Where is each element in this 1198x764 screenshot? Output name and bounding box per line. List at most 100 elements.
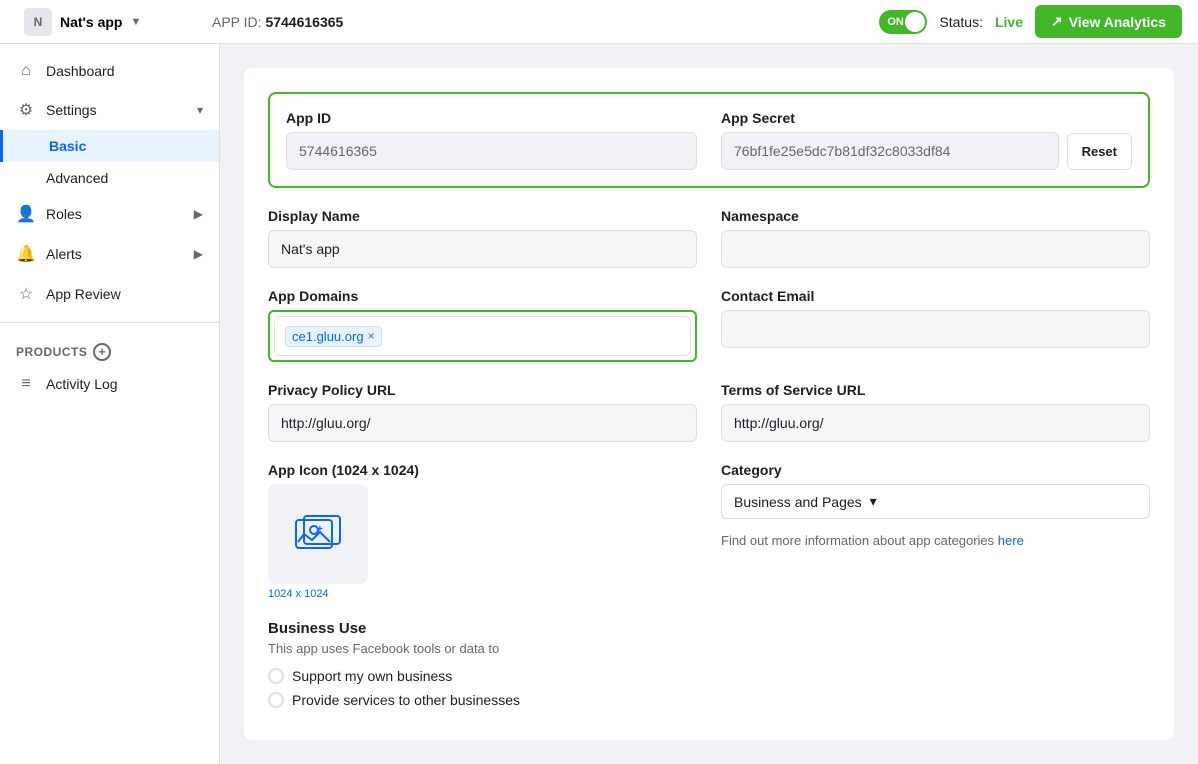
app-icon-upload[interactable]: + [268, 484, 368, 584]
app-secret-label: App Secret [721, 110, 1132, 126]
app-secret-row: Reset [721, 132, 1132, 170]
app-domains-label: App Domains [268, 288, 697, 304]
category-btn-chevron: ▾ [870, 493, 877, 510]
app-id-value: 5744616365 [265, 14, 343, 30]
settings-icon: ⚙ [16, 100, 36, 120]
status-prefix: Status: [939, 14, 983, 30]
domain-tag: ce1.gluu.org × [285, 326, 382, 347]
view-analytics-button[interactable]: ↗ View Analytics [1035, 5, 1182, 38]
privacy-policy-group: Privacy Policy URL [268, 382, 697, 442]
app-id-prefix: APP ID: [212, 14, 265, 30]
display-name-label: Display Name [268, 208, 697, 224]
credentials-row: App ID App Secret Reset [286, 110, 1132, 170]
settings-chevron: ▾ [197, 103, 203, 117]
urls-row: Privacy Policy URL Terms of Service URL [268, 382, 1150, 442]
sidebar-item-label-settings: Settings [46, 102, 97, 118]
privacy-policy-input[interactable] [268, 404, 697, 442]
products-label: PRODUCTS [16, 345, 87, 359]
sidebar-item-settings[interactable]: ⚙ Settings ▾ [0, 90, 219, 130]
business-use-title: Business Use [268, 620, 1150, 637]
terms-of-service-input[interactable] [721, 404, 1150, 442]
app-icon-label: App Icon (1024 x 1024) [268, 462, 697, 478]
app-selector-chevron: ▼ [130, 16, 141, 28]
sidebar-item-app-review[interactable]: ☆ App Review [0, 274, 219, 314]
layout: ⌂ Dashboard ⚙ Settings ▾ Basic Advanced … [0, 44, 1198, 764]
app-secret-input[interactable] [721, 132, 1059, 170]
domains-email-row: App Domains ce1.gluu.org × Contact Email [268, 288, 1150, 362]
namespace-group: Namespace [721, 208, 1150, 268]
activity-log-icon: ≡ [16, 375, 36, 393]
reset-button[interactable]: Reset [1067, 133, 1132, 170]
app-domains-group: App Domains ce1.gluu.org × [268, 288, 697, 362]
radio-label-provide-services: Provide services to other businesses [292, 692, 520, 708]
roles-chevron: ▶ [194, 207, 203, 221]
main-content: App ID App Secret Reset Display Name [220, 44, 1198, 764]
svg-text:+: + [317, 524, 323, 535]
radio-circle-provide-services [268, 692, 284, 708]
dashboard-icon: ⌂ [16, 62, 36, 80]
toggle-knob [905, 12, 925, 32]
app-icon-size-label: 1024 x 1024 [268, 588, 329, 600]
app-credentials-section: App ID App Secret Reset [268, 92, 1150, 188]
domain-tag-value: ce1.gluu.org [292, 329, 364, 344]
privacy-policy-label: Privacy Policy URL [268, 382, 697, 398]
sidebar-item-basic[interactable]: Basic [0, 130, 219, 162]
app-id-label: App ID [286, 110, 697, 126]
category-btn-label: Business and Pages [734, 494, 862, 510]
sidebar-item-label-activity-log: Activity Log [46, 376, 118, 392]
sidebar-item-label-advanced: Advanced [46, 170, 108, 186]
sidebar-item-dashboard[interactable]: ⌂ Dashboard [0, 52, 219, 90]
sidebar-item-activity-log[interactable]: ≡ Activity Log [0, 365, 219, 403]
app-domains-highlight: ce1.gluu.org × [268, 310, 697, 362]
app-name-label: Nat's app [60, 14, 122, 30]
namespace-input[interactable] [721, 230, 1150, 268]
sidebar-item-label-basic: Basic [49, 138, 86, 154]
sidebar-item-label-app-review: App Review [46, 286, 121, 302]
business-use-desc: This app uses Facebook tools or data to [268, 641, 1150, 656]
category-group: Category Business and Pages ▾ Find out m… [721, 462, 1150, 600]
domain-tag-remove[interactable]: × [368, 329, 375, 343]
app-domains-tag-input[interactable]: ce1.gluu.org × [274, 316, 691, 356]
app-review-icon: ☆ [16, 284, 36, 304]
radio-option-provide-services[interactable]: Provide services to other businesses [268, 692, 1150, 708]
contact-email-input[interactable] [721, 310, 1150, 348]
alerts-chevron: ▶ [194, 247, 203, 261]
header-right: ON Status: Live ↗ View Analytics [879, 5, 1182, 38]
radio-option-support-own[interactable]: Support my own business [268, 668, 1150, 684]
display-name-group: Display Name [268, 208, 697, 268]
sidebar-divider [0, 322, 219, 323]
app-selector[interactable]: N Nat's app ▼ [16, 4, 196, 40]
sidebar-item-alerts[interactable]: 🔔 Alerts ▶ [0, 234, 219, 274]
display-name-input[interactable] [268, 230, 697, 268]
contact-email-group: Contact Email [721, 288, 1150, 362]
sidebar-item-label-alerts: Alerts [46, 246, 82, 262]
products-section-label: PRODUCTS + [0, 331, 219, 365]
app-id-area: APP ID: 5744616365 [212, 14, 863, 30]
sidebar-item-roles[interactable]: 👤 Roles ▶ [0, 194, 219, 234]
category-dropdown-button[interactable]: Business and Pages ▾ [721, 484, 1150, 519]
sidebar-item-advanced[interactable]: Advanced [0, 162, 219, 194]
app-secret-group: App Secret Reset [721, 110, 1132, 170]
app-id-input[interactable] [286, 132, 697, 170]
app-icon: N [24, 8, 52, 36]
category-label: Category [721, 462, 1150, 478]
photo-icon-svg: + [294, 512, 342, 556]
sidebar: ⌂ Dashboard ⚙ Settings ▾ Basic Advanced … [0, 44, 220, 764]
toggle-on-label: ON [883, 16, 904, 28]
app-icon-group: App Icon (1024 x 1024) + 1024 x 1024 [268, 462, 697, 600]
terms-of-service-group: Terms of Service URL [721, 382, 1150, 442]
sidebar-item-label-roles: Roles [46, 206, 82, 222]
category-info-link[interactable]: here [998, 533, 1024, 548]
view-analytics-label: View Analytics [1069, 14, 1166, 30]
radio-circle-support-own [268, 668, 284, 684]
app-icon-upload-wrap: + 1024 x 1024 [268, 484, 697, 600]
display-namespace-row: Display Name Namespace [268, 208, 1150, 268]
radio-label-support-own: Support my own business [292, 668, 452, 684]
icon-category-row: App Icon (1024 x 1024) + 1024 x 1024 [268, 462, 1150, 600]
sidebar-item-label-dashboard: Dashboard [46, 63, 115, 79]
live-toggle[interactable]: ON [879, 10, 927, 34]
roles-icon: 👤 [16, 204, 36, 224]
add-products-icon[interactable]: + [93, 343, 111, 361]
category-info: Find out more information about app cate… [721, 533, 1150, 548]
alerts-icon: 🔔 [16, 244, 36, 264]
